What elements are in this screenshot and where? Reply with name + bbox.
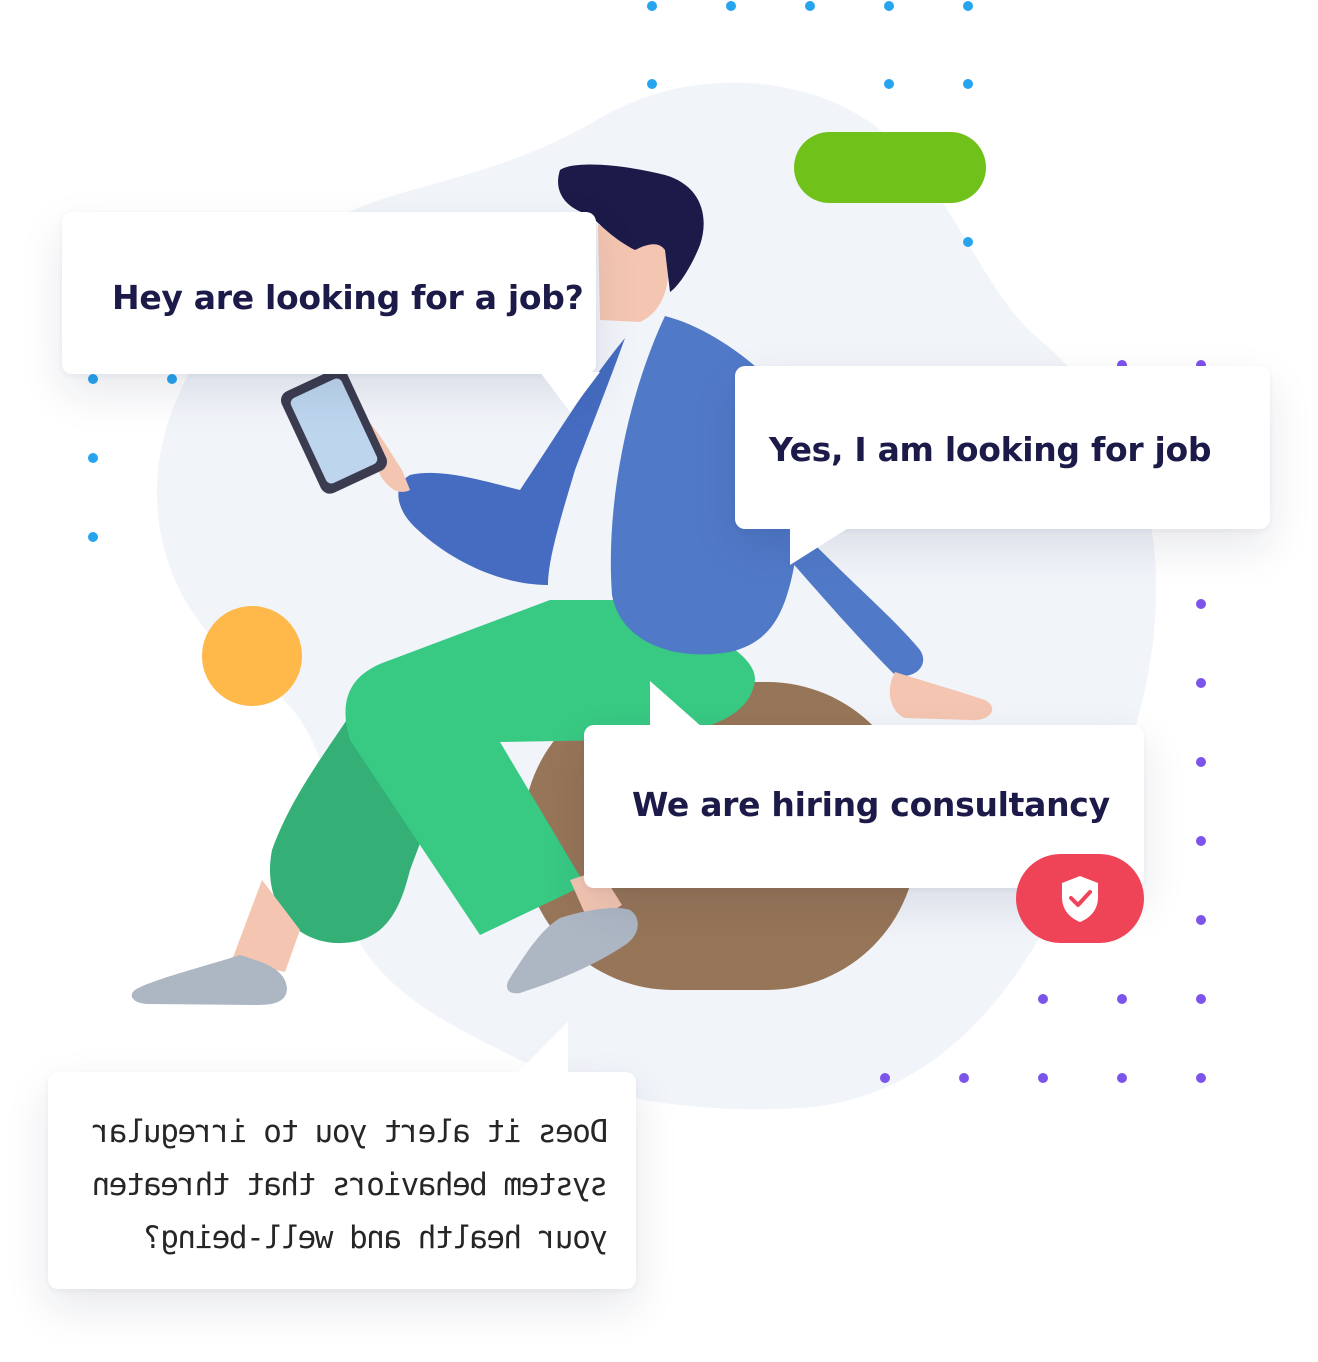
chat-bubble-question: Hey are looking for a job?	[62, 212, 600, 412]
bubble-mirrored-text: Does it alert you to irregular system be…	[93, 1114, 608, 1256]
bubble-tail	[790, 527, 850, 565]
bubble-hiring-text: We are hiring consultancy	[632, 785, 1110, 824]
green-pill-shape	[794, 132, 986, 203]
bubble-tail	[516, 1022, 568, 1074]
bubble-tail	[540, 372, 600, 412]
shield-badge	[1016, 854, 1144, 943]
bubble-answer-text: Yes, I am looking for job	[769, 430, 1212, 469]
shield-check-icon	[1062, 875, 1098, 922]
orange-circle-shape	[202, 606, 302, 706]
mirrored-text-wrap: Does it alert you to irregular system be…	[84, 1106, 608, 1265]
bubble-question-text: Hey are looking for a job?	[112, 278, 584, 317]
bubble-tail	[650, 681, 702, 727]
chat-bubble-mirrored: Does it alert you to irregular system be…	[48, 1022, 636, 1289]
chat-bubble-answer: Yes, I am looking for job	[735, 366, 1270, 565]
